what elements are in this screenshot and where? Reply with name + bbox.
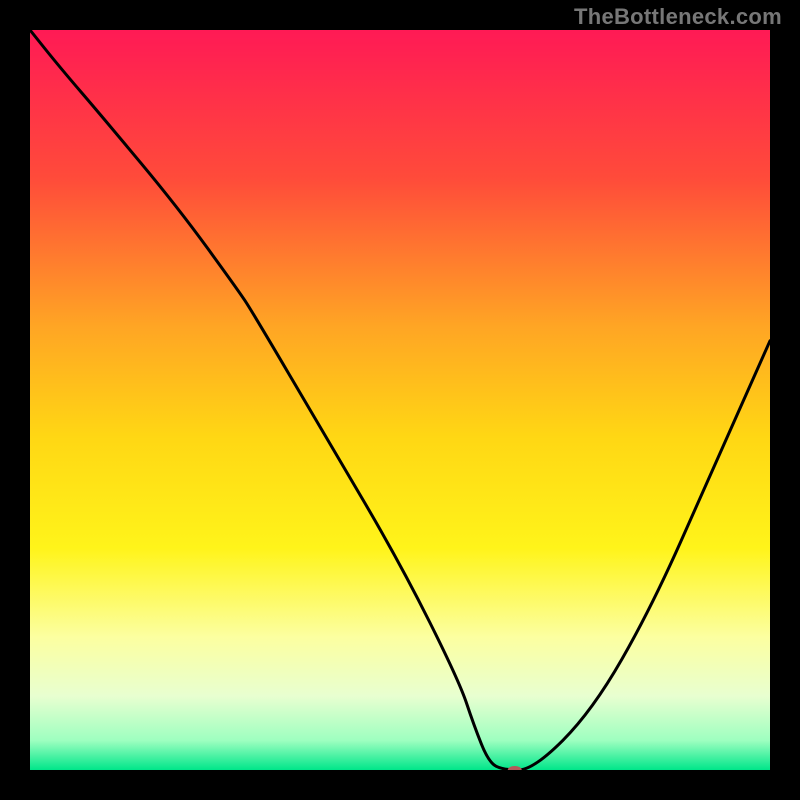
background-gradient [30, 30, 770, 770]
chart-container: TheBottleneck.com [0, 0, 800, 800]
plot-area [30, 30, 770, 770]
plot-svg [30, 30, 770, 770]
watermark-text: TheBottleneck.com [574, 4, 782, 30]
